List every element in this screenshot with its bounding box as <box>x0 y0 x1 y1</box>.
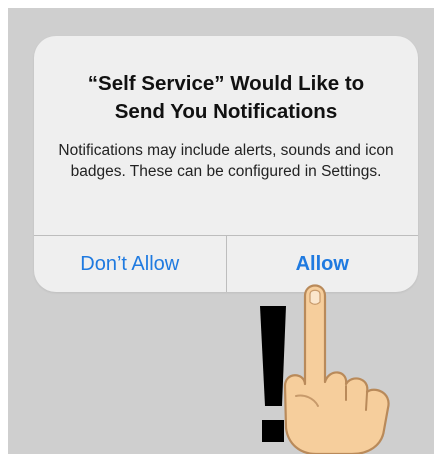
annotation-overlay <box>260 284 390 454</box>
pointing-hand-icon <box>283 284 390 454</box>
exclamation-mark-icon <box>260 306 286 442</box>
